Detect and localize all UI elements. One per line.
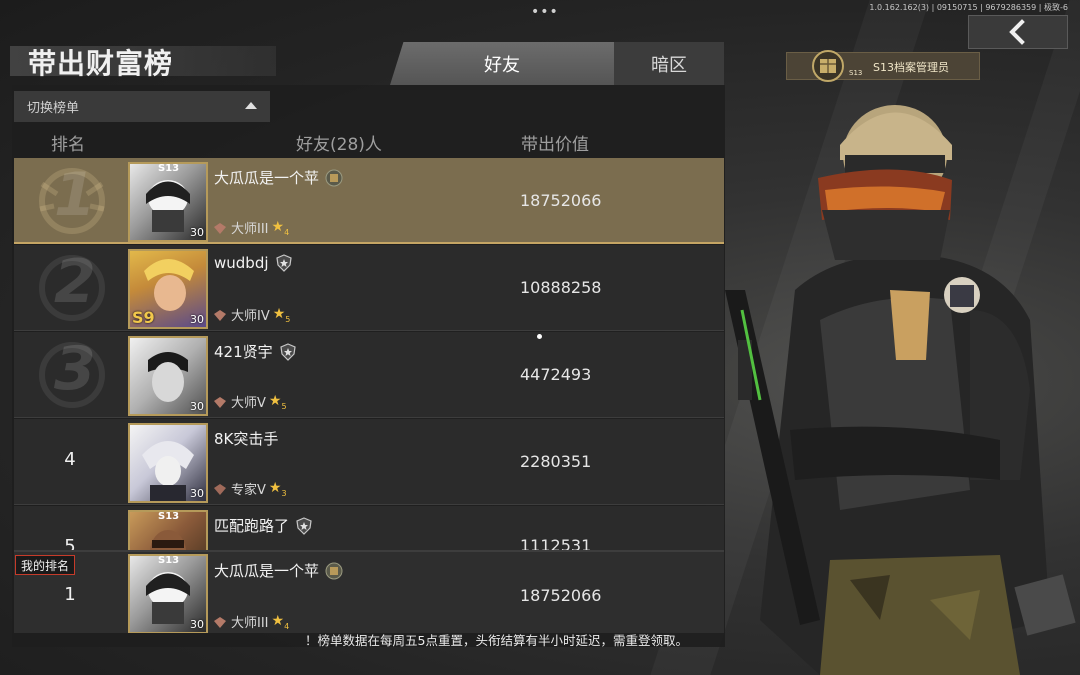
leaderboard-row[interactable]: 2 S9 30 wudbdj 大师IV ★5 10888258 bbox=[14, 245, 724, 331]
season-title-badge[interactable]: S13 S13档案管理员 bbox=[786, 50, 980, 82]
shield-badge-icon bbox=[279, 342, 296, 361]
player-name-group: 大瓜瓜是一个苹 bbox=[214, 560, 343, 581]
avatar[interactable]: 30 bbox=[128, 423, 208, 503]
my-rank-label: 我的排名 bbox=[15, 555, 76, 575]
tier-wings-icon bbox=[214, 396, 226, 408]
player-name: wudbdj bbox=[214, 254, 269, 272]
player-name: 大瓜瓜是一个苹 bbox=[214, 169, 320, 187]
season-tag: S9 bbox=[132, 308, 155, 327]
rank-number: 5 bbox=[64, 536, 76, 551]
tier-group: 大师III ★4 bbox=[212, 612, 289, 631]
crate-badge-icon bbox=[325, 169, 343, 186]
extract-value: 1112531 bbox=[520, 536, 592, 551]
star-icon: ★5 bbox=[272, 305, 291, 324]
shield-badge-icon bbox=[275, 254, 292, 272]
switch-list-label: 切换榜单 bbox=[27, 101, 80, 116]
star-icon: ★5 bbox=[268, 392, 287, 411]
leaderboard-row[interactable]: 1 S13 30 大瓜瓜是一个苹 大师III ★4 18752066 bbox=[14, 158, 724, 244]
rank-watermark: 3 bbox=[54, 334, 96, 404]
switch-list-dropdown[interactable]: 切换榜单 bbox=[14, 91, 270, 122]
star-count: 5 bbox=[281, 401, 287, 411]
player-name-group: 大瓜瓜是一个苹 bbox=[214, 167, 343, 188]
leaderboard-row[interactable]: 5 S13 匹配跑路了 1112531 bbox=[14, 506, 724, 551]
cursor-dot bbox=[537, 334, 542, 339]
player-name-group: wudbdj bbox=[214, 254, 293, 272]
player-name-group: 421贤宇 bbox=[214, 341, 297, 362]
level-badge: 30 bbox=[190, 313, 204, 326]
chevron-left-icon bbox=[1009, 19, 1025, 45]
rank-number: 1 bbox=[64, 584, 76, 605]
column-header-value: 带出价值 bbox=[521, 135, 589, 155]
my-rank-row[interactable]: 1 S13 30 大瓜瓜是一个苹 大师III ★4 18752066 bbox=[14, 551, 724, 633]
star-count: 5 bbox=[285, 314, 291, 324]
player-name-group: 匹配跑路了 bbox=[214, 515, 313, 536]
tier-group: 大师III ★4 bbox=[212, 218, 289, 237]
star-count: 4 bbox=[284, 621, 290, 631]
crate-badge-icon bbox=[325, 562, 343, 579]
leaderboard-screen: ••• 1.0.162.162(3) | 09150715 | 96792863… bbox=[0, 0, 1080, 675]
player-name: 8K突击手 bbox=[214, 430, 279, 448]
shield-badge-icon bbox=[296, 516, 312, 535]
star-count: 3 bbox=[281, 488, 287, 498]
crate-emblem-icon bbox=[812, 50, 844, 82]
tier-group: 大师V ★5 bbox=[212, 392, 287, 411]
avatar[interactable]: S13 bbox=[128, 510, 208, 550]
season-tag: S13 bbox=[849, 69, 863, 77]
tier-label: 大师IV bbox=[231, 309, 270, 324]
tier-label: 专家V bbox=[231, 483, 266, 498]
reset-notice: ！榜单数据在每周五5点重置，头衔结算有半小时延迟，需重登领取。 bbox=[305, 633, 688, 648]
player-name-group: 8K突击手 bbox=[214, 428, 278, 449]
player-name: 大瓜瓜是一个苹 bbox=[214, 562, 320, 580]
extract-value: 18752066 bbox=[520, 586, 602, 605]
season-tag: S13 bbox=[158, 163, 180, 174]
extract-value: 18752066 bbox=[520, 191, 602, 210]
avatar[interactable]: S13 30 bbox=[128, 162, 208, 242]
player-name: 421贤宇 bbox=[214, 343, 273, 361]
tab-friends[interactable]: 好友 bbox=[390, 42, 614, 85]
leaderboard-row[interactable]: 4 30 8K突击手 专家V ★3 2280351 bbox=[14, 419, 724, 505]
extract-value: 2280351 bbox=[520, 452, 592, 471]
level-badge: 30 bbox=[190, 487, 204, 500]
level-badge: 30 bbox=[190, 226, 204, 239]
leaderboard-row[interactable]: 3 30 421贤宇 大师V ★5 4472493 bbox=[14, 332, 724, 418]
star-count: 4 bbox=[284, 227, 290, 237]
level-badge: 30 bbox=[190, 400, 204, 413]
avatar[interactable]: S13 30 bbox=[128, 554, 208, 633]
extract-value: 4472493 bbox=[520, 365, 592, 384]
season-tag: S13 bbox=[158, 555, 180, 566]
season-tag: S13 bbox=[158, 511, 180, 522]
tier-group: 专家V ★3 bbox=[212, 479, 287, 498]
avatar[interactable]: 30 bbox=[128, 336, 208, 416]
star-icon: ★3 bbox=[268, 479, 287, 498]
tier-label: 大师III bbox=[231, 616, 269, 631]
version-info: 1.0.162.162(3) | 09150715 | 9679286359 |… bbox=[869, 3, 1068, 12]
tier-wings-icon bbox=[214, 222, 226, 234]
tier-wings-icon bbox=[214, 309, 226, 321]
column-header-rank: 排名 bbox=[51, 135, 85, 155]
tier-wings-icon bbox=[214, 616, 226, 628]
extract-value: 10888258 bbox=[520, 278, 602, 297]
rank-number: 4 bbox=[64, 449, 76, 470]
avatar[interactable]: S9 30 bbox=[128, 249, 208, 329]
season-title-label: S13档案管理员 bbox=[873, 61, 949, 74]
tier-group: 大师IV ★5 bbox=[212, 305, 290, 324]
rank-watermark: 1 bbox=[54, 160, 96, 230]
rank-watermark: 2 bbox=[54, 247, 96, 317]
tier-wings-icon bbox=[214, 483, 226, 495]
tier-label: 大师III bbox=[231, 222, 269, 237]
star-icon: ★4 bbox=[271, 612, 290, 631]
character-illustration bbox=[725, 105, 1076, 675]
player-name: 匹配跑路了 bbox=[214, 517, 290, 535]
page-title: 带出财富榜 bbox=[28, 47, 174, 80]
chevron-up-icon bbox=[245, 102, 257, 109]
column-header-friends: 好友(28)人 bbox=[296, 135, 382, 155]
level-badge: 30 bbox=[190, 618, 204, 631]
tier-label: 大师V bbox=[231, 396, 266, 411]
star-icon: ★4 bbox=[271, 218, 290, 237]
back-button[interactable] bbox=[968, 15, 1068, 49]
menu-dots[interactable]: ••• bbox=[531, 4, 559, 20]
